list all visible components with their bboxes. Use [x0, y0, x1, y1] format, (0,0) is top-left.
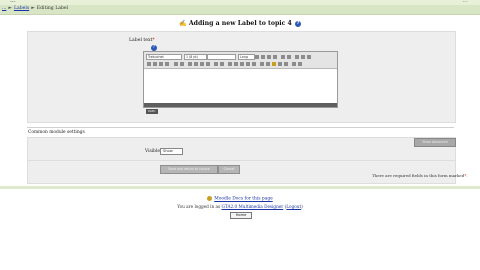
help-icon[interactable]: ? — [295, 20, 302, 27]
anchor-icon[interactable] — [234, 62, 238, 66]
docs-link[interactable]: Moodle Docs for this page — [214, 197, 273, 202]
docs-icon — [207, 196, 213, 201]
redo-icon[interactable] — [307, 55, 311, 59]
indent-icon[interactable] — [206, 62, 210, 66]
special-char-icon[interactable] — [278, 62, 282, 66]
page-title: ✍ Adding a new Label to topic 4 ? — [0, 19, 480, 27]
undo-icon[interactable] — [301, 55, 305, 59]
logged-in-prefix: You are logged in as — [177, 204, 221, 209]
common-settings-title: Common module settings — [28, 130, 85, 135]
bold-icon[interactable] — [255, 55, 259, 59]
insert-image-icon[interactable] — [260, 62, 264, 66]
required-note-text: There are required fields in this form m… — [372, 173, 465, 178]
required-fields-note: There are required fields in this form m… — [372, 173, 468, 178]
horizontal-rule-icon[interactable] — [228, 62, 232, 66]
smiley-icon[interactable] — [272, 62, 276, 66]
clean-icon[interactable] — [295, 55, 299, 59]
underline-icon[interactable] — [267, 55, 271, 59]
header-right-text: ... — [462, 0, 468, 4]
breadcrumb: ... ► Labels ► Editing Label — [2, 6, 68, 11]
label-text-label: Label text — [129, 38, 153, 43]
nolink-icon[interactable] — [252, 62, 256, 66]
label-icon: ✍ — [178, 20, 187, 27]
insert-table-icon[interactable] — [266, 62, 270, 66]
text-color-icon[interactable] — [214, 62, 218, 66]
superscript-icon[interactable] — [287, 55, 291, 59]
visible-label: Visible — [145, 149, 160, 154]
footer-divider — [0, 186, 480, 189]
unordered-list-icon[interactable] — [194, 62, 198, 66]
site-title: ... — [10, 0, 16, 4]
page-title-text: Adding a new Label to topic 4 — [188, 20, 292, 27]
link-icon[interactable] — [240, 62, 244, 66]
html-editor[interactable]: Trebuchet 1 (8 pt) Lang — [143, 51, 338, 108]
paragraph-select[interactable] — [207, 54, 236, 60]
background-color-icon[interactable] — [220, 62, 224, 66]
form-actions — [27, 160, 456, 184]
breadcrumb-labels[interactable]: Labels — [14, 6, 29, 11]
login-info: You are logged in as GTA2.0 Multimedia D… — [0, 204, 480, 209]
align-left-icon[interactable] — [147, 62, 151, 66]
breadcrumb-separator: ► — [8, 6, 12, 11]
cancel-button[interactable]: Cancel — [218, 165, 240, 174]
docs-footer: Moodle Docs for this page — [0, 196, 480, 202]
logout-close-paren: ) — [301, 204, 303, 209]
breadcrumb-current: Editing Label — [36, 6, 69, 11]
align-right-icon[interactable] — [159, 62, 163, 66]
editor-toolbar: Trebuchet 1 (8 pt) Lang — [144, 52, 337, 69]
search-replace-icon[interactable] — [284, 62, 288, 66]
fullscreen-icon[interactable] — [298, 62, 302, 66]
common-settings-panel — [27, 137, 456, 161]
editor-statusbar — [144, 103, 337, 107]
section-divider — [27, 127, 454, 136]
unlink-icon[interactable] — [246, 62, 250, 66]
show-advanced-button[interactable]: Show Advanced — [414, 138, 456, 147]
required-note-dot: . — [466, 173, 468, 178]
help-icon: ? — [151, 44, 157, 51]
breadcrumb-separator: ► — [31, 6, 35, 11]
ltr-icon[interactable] — [174, 62, 178, 66]
ordered-list-icon[interactable] — [188, 62, 192, 66]
rtl-icon[interactable] — [180, 62, 184, 66]
navbar: ... ► Labels ► Editing Label — [0, 5, 480, 15]
save-return-button[interactable]: Save and return to course — [160, 165, 218, 174]
user-profile-link[interactable]: GTA2.0 Multimedia Designer — [222, 204, 284, 209]
align-justify-icon[interactable] — [165, 62, 169, 66]
language-select[interactable]: Lang — [238, 54, 255, 60]
subscript-icon[interactable] — [281, 55, 285, 59]
outdent-icon[interactable] — [200, 62, 204, 66]
html-source-icon[interactable] — [292, 62, 296, 66]
home-button[interactable]: Home — [230, 212, 252, 219]
font-size-select[interactable]: 1 (8 pt) — [184, 54, 207, 60]
italic-icon[interactable] — [261, 55, 265, 59]
align-center-icon[interactable] — [153, 62, 157, 66]
breadcrumb-course[interactable]: ... — [2, 6, 6, 11]
logout-link[interactable]: Logout — [286, 204, 301, 209]
strikethrough-icon[interactable] — [273, 55, 277, 59]
editor-path: Path: — [146, 109, 158, 114]
font-family-select[interactable]: Trebuchet — [146, 54, 182, 60]
visible-select[interactable]: Show — [160, 148, 183, 155]
